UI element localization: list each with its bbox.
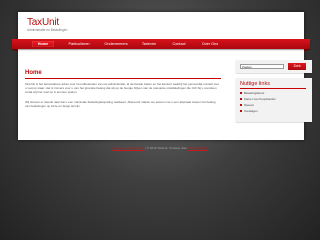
footer: Algemene Voorwaarden | © 2010 TaxUnit. O…: [0, 146, 320, 150]
links-divider: [240, 88, 306, 89]
intro-paragraph: TaxUnit is het betrouwbare adres voor he…: [25, 82, 219, 94]
body-paragraph: Wij streven er steeds naar dat u een max…: [25, 100, 216, 108]
bullet-icon: [240, 98, 242, 101]
nav-item-home[interactable]: Home: [32, 41, 54, 47]
nav-item-contact[interactable]: Contact: [168, 41, 190, 47]
link-belastingdienst[interactable]: Belastingdienst: [240, 91, 264, 95]
nav-item-ondernemers[interactable]: Ondernemers: [101, 41, 131, 47]
search-box: Zoeken Zoek: [236, 60, 312, 73]
bullet-icon: [240, 110, 242, 113]
link-kamer-van-koophandel[interactable]: Kamer van Koophandel: [240, 97, 275, 101]
bullet-icon: [240, 104, 242, 107]
link-nieuws[interactable]: Nieuws: [240, 103, 254, 107]
search-input[interactable]: Zoeken: [240, 64, 284, 69]
useful-links-heading: Nuttige links: [240, 81, 270, 87]
link-label: Toeslagen: [244, 109, 258, 113]
nav-item-particulieren[interactable]: Particulieren: [65, 41, 93, 47]
search-button[interactable]: Zoek: [288, 63, 306, 70]
link-label: Belastingdienst: [244, 91, 265, 95]
footer-copyright: | © 2010 TaxUnit. Ontwerp door: [144, 146, 189, 150]
nav-item-tarieven[interactable]: Tarieven: [138, 41, 160, 47]
site-tagline: Administratie en Belastingen: [27, 28, 68, 32]
footer-terms-link[interactable]: Algemene Voorwaarden: [112, 146, 144, 150]
useful-links-box: Nuttige links Belastingdienst Kamer van …: [236, 78, 312, 122]
bullet-icon: [240, 92, 242, 95]
nav-item-over-ons[interactable]: Over Ons: [198, 41, 222, 47]
main-navigation: Home Particulieren Ondernemers Tarieven …: [12, 39, 310, 52]
footer-designer-link[interactable]: Webdesign BT: [188, 146, 208, 150]
page-container: TaxUnit Administratie en Belastingen Hom…: [12, 12, 312, 140]
link-label: Nieuws: [244, 103, 254, 107]
heading-divider: [25, 78, 221, 79]
link-label: Kamer van Koophandel: [244, 97, 276, 101]
site-title[interactable]: TaxUnit: [27, 17, 59, 28]
page-heading: Home: [25, 70, 42, 76]
link-toeslagen[interactable]: Toeslagen: [240, 109, 258, 113]
